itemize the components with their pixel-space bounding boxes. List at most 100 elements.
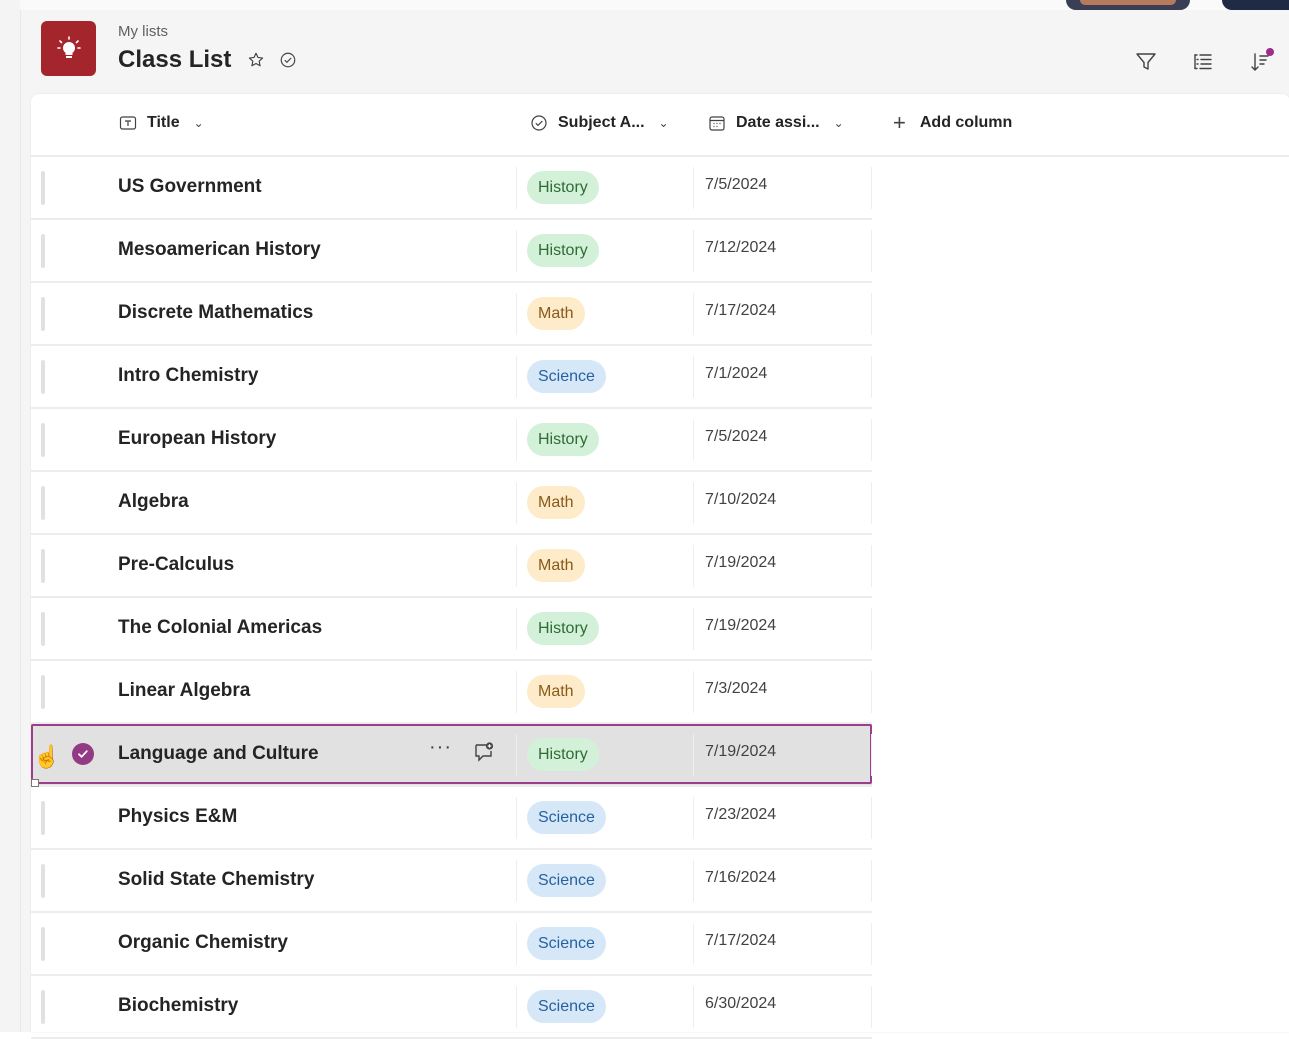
row-title[interactable]: Physics E&M <box>118 806 237 828</box>
table-row[interactable]: ☝ ··· Language and Culture History 7/19/2024 <box>31 724 872 787</box>
table-row[interactable]: Intro Chemistry Science 7/1/2024 <box>31 346 872 409</box>
row-drag-handle[interactable] <box>41 612 45 646</box>
row-drag-handle[interactable] <box>41 927 45 961</box>
table-row[interactable]: US Government History 7/5/2024 <box>31 157 872 220</box>
row-title[interactable]: Solid State Chemistry <box>118 869 314 891</box>
row-title[interactable]: Discrete Mathematics <box>118 302 313 324</box>
row-drag-handle[interactable] <box>41 801 45 835</box>
column-header-subject[interactable]: Subject A... ⌄ <box>530 114 669 132</box>
breadcrumb[interactable]: My lists <box>118 23 168 40</box>
column-header-title[interactable]: Title ⌄ <box>119 114 204 132</box>
row-title[interactable]: US Government <box>118 176 262 198</box>
row-title[interactable]: The Colonial Americas <box>118 617 322 639</box>
left-edge-shadow <box>0 0 20 1032</box>
row-title[interactable]: Pre-Calculus <box>118 554 234 576</box>
chevron-down-icon: ⌄ <box>833 116 844 130</box>
table-row[interactable]: Physics E&M Science 7/23/2024 <box>31 787 872 850</box>
table-row[interactable]: Biochemistry Science 6/30/2024 <box>31 976 872 1039</box>
table-row[interactable]: The Colonial Americas History 7/19/2024 <box>31 598 872 661</box>
cell-divider <box>871 167 872 209</box>
row-date[interactable]: 7/12/2024 <box>705 239 776 257</box>
cell-divider <box>516 923 517 965</box>
row-date[interactable]: 7/17/2024 <box>705 302 776 320</box>
cell-divider <box>516 419 517 461</box>
resize-anchor[interactable] <box>31 779 39 787</box>
row-drag-handle[interactable] <box>41 297 45 331</box>
row-date[interactable]: 7/16/2024 <box>705 869 776 887</box>
subject-pill[interactable]: Math <box>527 675 585 708</box>
row-title[interactable]: Mesoamerican History <box>118 239 321 261</box>
row-title[interactable]: Organic Chemistry <box>118 932 288 954</box>
subject-pill[interactable]: History <box>527 234 599 267</box>
row-title[interactable]: Linear Algebra <box>118 680 250 702</box>
table-row[interactable]: European History History 7/5/2024 <box>31 409 872 472</box>
cell-divider <box>693 419 694 461</box>
chevron-down-icon: ⌄ <box>193 116 204 130</box>
row-drag-handle[interactable] <box>41 423 45 457</box>
subject-pill[interactable]: History <box>527 171 599 204</box>
table-row[interactable]: Pre-Calculus Math 7/19/2024 <box>31 535 872 598</box>
row-title[interactable]: Algebra <box>118 491 189 513</box>
subject-pill[interactable]: Math <box>527 297 585 330</box>
row-title[interactable]: Language and Culture <box>118 743 319 765</box>
selected-check-icon[interactable] <box>72 743 94 765</box>
row-date[interactable]: 7/19/2024 <box>705 554 776 572</box>
row-date[interactable]: 7/5/2024 <box>705 176 767 194</box>
lightbulb-icon[interactable] <box>41 21 96 76</box>
row-title[interactable]: Intro Chemistry <box>118 365 258 387</box>
row-drag-handle[interactable] <box>41 990 45 1024</box>
table-row[interactable]: Linear Algebra Math 7/3/2024 <box>31 661 872 724</box>
group-list-icon[interactable] <box>1189 48 1217 76</box>
sort-icon[interactable] <box>1247 48 1275 76</box>
row-date[interactable]: 7/19/2024 <box>705 617 776 635</box>
subject-pill[interactable]: History <box>527 738 599 771</box>
row-date[interactable]: 7/1/2024 <box>705 365 767 383</box>
subject-pill[interactable]: Science <box>527 990 606 1023</box>
subject-pill[interactable]: Science <box>527 864 606 897</box>
subject-pill[interactable]: History <box>527 423 599 456</box>
row-date[interactable]: 7/10/2024 <box>705 491 776 509</box>
row-drag-handle[interactable] <box>41 675 45 709</box>
row-date[interactable]: 7/5/2024 <box>705 428 767 446</box>
row-drag-handle[interactable] <box>41 360 45 394</box>
more-options-icon[interactable]: ··· <box>429 736 452 759</box>
row-title[interactable]: Biochemistry <box>118 995 238 1017</box>
row-drag-handle[interactable] <box>41 486 45 520</box>
row-date[interactable]: 7/19/2024 <box>705 743 776 761</box>
add-comment-icon[interactable] <box>472 740 496 764</box>
subject-pill[interactable]: Science <box>527 360 606 393</box>
table-row[interactable]: Organic Chemistry Science 7/17/2024 <box>31 913 872 976</box>
row-date[interactable]: 7/3/2024 <box>705 680 767 698</box>
subject-pill[interactable]: Science <box>527 927 606 960</box>
page-title[interactable]: Class List <box>118 46 231 74</box>
cell-divider <box>693 356 694 398</box>
subject-pill[interactable]: Math <box>527 486 585 519</box>
cell-divider <box>871 356 872 398</box>
subject-pill[interactable]: Math <box>527 549 585 582</box>
row-date[interactable]: 7/17/2024 <box>705 932 776 950</box>
table-row[interactable]: Discrete Mathematics Math 7/17/2024 <box>31 283 872 346</box>
row-drag-handle[interactable] <box>41 234 45 268</box>
plus-icon: + <box>893 110 906 135</box>
row-date[interactable]: 6/30/2024 <box>705 995 776 1013</box>
row-drag-handle[interactable] <box>41 549 45 583</box>
row-drag-handle[interactable] <box>41 171 45 205</box>
table-row[interactable]: Solid State Chemistry Science 7/16/2024 <box>31 850 872 913</box>
cell-divider <box>871 986 872 1028</box>
calendar-icon <box>709 116 725 131</box>
check-circle-icon[interactable] <box>277 49 299 71</box>
subject-pill[interactable]: History <box>527 612 599 645</box>
filter-icon[interactable] <box>1132 48 1160 76</box>
table-row[interactable]: Mesoamerican History History 7/12/2024 <box>31 220 872 283</box>
star-icon[interactable] <box>245 49 267 71</box>
row-title[interactable]: European History <box>118 428 276 450</box>
table-row[interactable]: Algebra Math 7/10/2024 <box>31 472 872 535</box>
subject-pill[interactable]: Science <box>527 801 606 834</box>
cell-divider <box>871 797 872 839</box>
row-date[interactable]: 7/23/2024 <box>705 806 776 824</box>
column-title-label: Title <box>147 114 180 131</box>
add-column-button[interactable]: + Add column <box>893 110 1012 135</box>
row-drag-handle[interactable] <box>41 864 45 898</box>
column-header-date[interactable]: Date assi... ⌄ <box>708 114 844 132</box>
cell-divider <box>516 986 517 1028</box>
